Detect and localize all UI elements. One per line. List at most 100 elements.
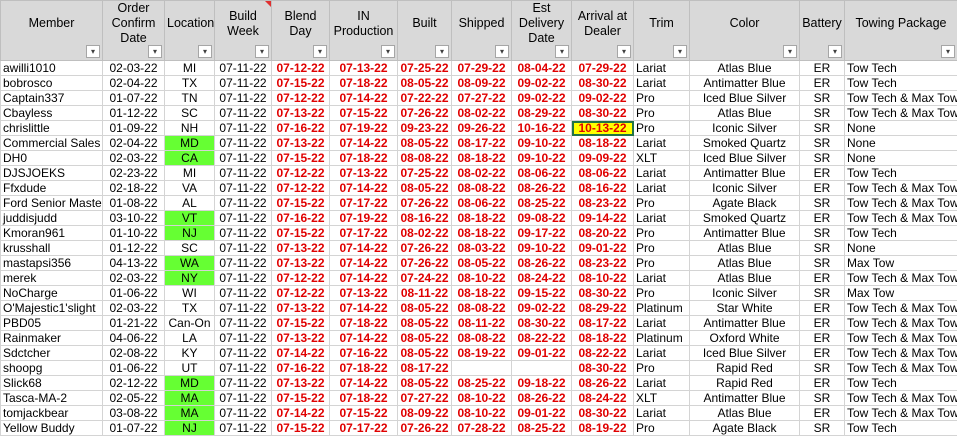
cell-battery[interactable]: SR [799, 390, 845, 406]
cell-shipped[interactable]: 07-28-22 [451, 420, 512, 436]
cell-trim[interactable]: Pro [633, 90, 690, 106]
cell-shipped[interactable]: 08-10-22 [451, 270, 512, 286]
cell-blend-day[interactable]: 07-12-22 [271, 165, 330, 181]
cell-trim[interactable]: Platinum [633, 300, 690, 316]
cell-location[interactable]: WI [164, 285, 215, 301]
cell-in-production[interactable]: 07-17-22 [329, 420, 398, 436]
cell-location[interactable]: AL [164, 195, 215, 211]
dropdown-arrow-icon[interactable]: ▾ [617, 45, 631, 58]
cell-in-production[interactable]: 07-15-22 [329, 405, 398, 421]
cell-trim[interactable]: Pro [633, 360, 690, 376]
cell-arrival-at-dealer[interactable]: 07-29-22 [571, 60, 634, 76]
cell-trim[interactable]: Lariat [633, 210, 690, 226]
cell-arrival-at-dealer[interactable]: 10-13-22 [571, 120, 634, 136]
cell-color[interactable]: Iconic Silver [689, 180, 800, 196]
header-in-production[interactable]: IN Production ▾ [329, 0, 398, 61]
cell-built[interactable]: 08-05-22 [397, 300, 452, 316]
cell-in-production[interactable]: 07-17-22 [329, 225, 398, 241]
cell-color[interactable]: Antimatter Blue [689, 165, 800, 181]
cell-in-production[interactable]: 07-18-22 [329, 315, 398, 331]
cell-member[interactable]: DJSJOEKS [0, 165, 103, 181]
cell-built[interactable]: 07-26-22 [397, 420, 452, 436]
cell-est-delivery-date[interactable]: 09-15-22 [511, 285, 572, 301]
cell-est-delivery-date[interactable]: 08-06-22 [511, 165, 572, 181]
cell-location[interactable]: TX [164, 300, 215, 316]
cell-battery[interactable]: ER [799, 330, 845, 346]
cell-trim[interactable]: XLT [633, 390, 690, 406]
cell-color[interactable]: Iced Blue Silver [689, 345, 800, 361]
cell-order-confirm-date[interactable]: 01-12-22 [102, 240, 165, 256]
cell-shipped[interactable]: 07-29-22 [451, 60, 512, 76]
cell-est-delivery-date[interactable]: 09-01-22 [511, 345, 572, 361]
cell-member[interactable]: Ford Senior Master [0, 195, 103, 211]
cell-battery[interactable]: SR [799, 120, 845, 136]
cell-est-delivery-date[interactable]: 08-25-22 [511, 420, 572, 436]
cell-est-delivery-date[interactable]: 08-04-22 [511, 60, 572, 76]
cell-built[interactable]: 08-16-22 [397, 210, 452, 226]
cell-blend-day[interactable]: 07-16-22 [271, 120, 330, 136]
cell-towing-package[interactable]: Tow Tech & Max Tow [844, 360, 957, 376]
cell-member[interactable]: tomjackbear [0, 405, 103, 421]
cell-color[interactable]: Smoked Quartz [689, 135, 800, 151]
cell-in-production[interactable]: 07-14-22 [329, 330, 398, 346]
cell-est-delivery-date[interactable]: 09-18-22 [511, 375, 572, 391]
cell-member[interactable]: PBD05 [0, 315, 103, 331]
cell-shipped[interactable]: 08-19-22 [451, 345, 512, 361]
cell-est-delivery-date[interactable]: 08-26-22 [511, 255, 572, 271]
cell-location[interactable]: VA [164, 180, 215, 196]
cell-member[interactable]: Tasca-MA-2 [0, 390, 103, 406]
cell-order-confirm-date[interactable]: 01-06-22 [102, 360, 165, 376]
cell-trim[interactable]: Pro [633, 285, 690, 301]
cell-arrival-at-dealer[interactable]: 08-30-22 [571, 360, 634, 376]
cell-trim[interactable]: Pro [633, 105, 690, 121]
cell-color[interactable]: Atlas Blue [689, 60, 800, 76]
cell-order-confirm-date[interactable]: 02-23-22 [102, 165, 165, 181]
cell-arrival-at-dealer[interactable]: 08-30-22 [571, 105, 634, 121]
cell-est-delivery-date[interactable]: 08-22-22 [511, 330, 572, 346]
cell-blend-day[interactable]: 07-15-22 [271, 315, 330, 331]
sort-filter-icon[interactable]: ▾ [86, 45, 100, 58]
cell-build-week[interactable]: 07-11-22 [214, 420, 272, 436]
cell-blend-day[interactable]: 07-14-22 [271, 405, 330, 421]
cell-trim[interactable]: Lariat [633, 270, 690, 286]
cell-in-production[interactable]: 07-14-22 [329, 240, 398, 256]
cell-color[interactable]: Rapid Red [689, 360, 800, 376]
cell-battery[interactable]: SR [799, 360, 845, 376]
cell-trim[interactable]: Pro [633, 240, 690, 256]
cell-battery[interactable]: ER [799, 300, 845, 316]
cell-in-production[interactable]: 07-18-22 [329, 390, 398, 406]
cell-member[interactable]: Yellow Buddy [0, 420, 103, 436]
cell-towing-package[interactable]: Tow Tech & Max Tow [844, 330, 957, 346]
cell-est-delivery-date[interactable]: 08-26-22 [511, 390, 572, 406]
cell-blend-day[interactable]: 07-14-22 [271, 345, 330, 361]
cell-order-confirm-date[interactable]: 01-06-22 [102, 285, 165, 301]
cell-battery[interactable]: ER [799, 375, 845, 391]
cell-towing-package[interactable]: Tow Tech [844, 165, 957, 181]
dropdown-arrow-icon[interactable]: ▾ [313, 45, 327, 58]
cell-shipped[interactable]: 08-18-22 [451, 150, 512, 166]
cell-color[interactable]: Antimatter Blue [689, 225, 800, 241]
cell-location[interactable]: VT [164, 210, 215, 226]
header-location[interactable]: Location ▾ [164, 0, 215, 61]
cell-arrival-at-dealer[interactable]: 08-23-22 [571, 195, 634, 211]
cell-built[interactable]: 08-05-22 [397, 75, 452, 91]
cell-build-week[interactable]: 07-11-22 [214, 75, 272, 91]
cell-towing-package[interactable]: None [844, 135, 957, 151]
cell-color[interactable]: Atlas Blue [689, 405, 800, 421]
cell-in-production[interactable]: 07-15-22 [329, 105, 398, 121]
cell-arrival-at-dealer[interactable]: 08-18-22 [571, 135, 634, 151]
cell-build-week[interactable]: 07-11-22 [214, 150, 272, 166]
cell-battery[interactable]: ER [799, 210, 845, 226]
cell-location[interactable]: MD [164, 135, 215, 151]
cell-in-production[interactable]: 07-14-22 [329, 135, 398, 151]
cell-blend-day[interactable]: 07-13-22 [271, 330, 330, 346]
cell-battery[interactable]: ER [799, 315, 845, 331]
cell-color[interactable]: Oxford White [689, 330, 800, 346]
cell-in-production[interactable]: 07-14-22 [329, 375, 398, 391]
cell-shipped[interactable]: 08-05-22 [451, 255, 512, 271]
cell-shipped[interactable]: 08-18-22 [451, 285, 512, 301]
cell-towing-package[interactable]: None [844, 150, 957, 166]
cell-trim[interactable]: Lariat [633, 60, 690, 76]
cell-build-week[interactable]: 07-11-22 [214, 345, 272, 361]
cell-arrival-at-dealer[interactable]: 08-10-22 [571, 270, 634, 286]
